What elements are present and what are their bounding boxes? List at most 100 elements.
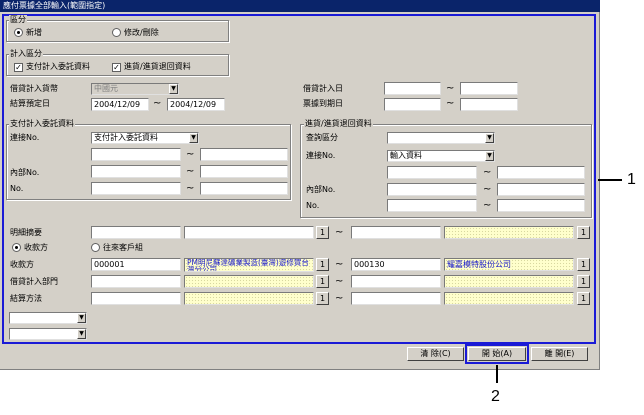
checkbox-shiire-label: 進貨/進貨退回資料: [124, 62, 191, 71]
shiharai-range1-from[interactable]: [91, 148, 181, 161]
shiire-naibu-label: 內部No.: [306, 185, 336, 194]
range-tilde: ~: [483, 167, 492, 178]
shuno-from-name: PM明尼蘇達礦業製造(臺灣)遊修賀台灣分公司: [184, 258, 314, 272]
callout-2-line: [496, 365, 498, 383]
extra-select-2[interactable]: ▼: [9, 328, 87, 340]
shiharai-no-to[interactable]: [200, 182, 288, 195]
bumon-to-name: [444, 275, 574, 288]
range-tilde: ~: [446, 98, 455, 109]
radio-new[interactable]: [14, 28, 23, 37]
kessai-from-name: [184, 292, 314, 305]
extra-select-1[interactable]: ▼: [9, 312, 87, 324]
currency-value: 中國元: [94, 84, 118, 93]
checkbox-shiire[interactable]: ✓: [112, 63, 121, 72]
checkbox-shiharai-label: 支付計入委託資料: [26, 62, 90, 71]
shiharai-renketsu-label: 連接No.: [10, 133, 40, 142]
range-tilde: ~: [446, 83, 455, 94]
range-tilde: ~: [335, 276, 344, 287]
due-date-to[interactable]: [460, 98, 518, 111]
shiire-renketsu-value: 輸入資料: [390, 151, 422, 160]
keisan-legend: 計入區分: [9, 49, 43, 58]
shuno-to-lookup-button[interactable]: 1: [577, 258, 590, 271]
keisan-date-to[interactable]: [460, 82, 518, 95]
kubun-legend: 區分: [9, 15, 27, 24]
range-tilde: ~: [186, 183, 195, 194]
shuno-from-name-text: PM明尼蘇達礦業製造(臺灣)遊修賀台灣分公司: [187, 258, 309, 272]
close-button[interactable]: 離 開(E): [531, 347, 588, 361]
keisan-date-from[interactable]: [384, 82, 441, 95]
range-tilde: ~: [186, 166, 195, 177]
shiire-range1-from[interactable]: [387, 166, 477, 179]
chevron-down-icon: ▼: [169, 84, 178, 94]
settle-to-input[interactable]: 2004/12/09: [167, 98, 225, 111]
radio-modify[interactable]: [112, 28, 121, 37]
shiharai-naibu-from[interactable]: [91, 165, 181, 178]
shiharai-range1-to[interactable]: [200, 148, 288, 161]
shiire-no-to[interactable]: [497, 199, 585, 212]
radio-new-label: 新增: [26, 28, 42, 37]
shuno-from-code[interactable]: 000001: [91, 258, 181, 271]
shiharai-no-label: No.: [10, 184, 24, 193]
shiharai-naibu-label: 內部No.: [10, 168, 40, 177]
meisai-from-lookup-button[interactable]: 1: [316, 226, 329, 239]
range-tilde: ~: [483, 200, 492, 211]
meisai-from-name[interactable]: [184, 226, 314, 239]
shuno-to-name: 耀嘉模特股份公司: [444, 258, 574, 271]
chevron-down-icon[interactable]: ▼: [189, 133, 198, 143]
bumon-to-lookup-button[interactable]: 1: [577, 275, 590, 288]
chevron-down-icon[interactable]: ▼: [485, 151, 494, 161]
kessai-to-name: [444, 292, 574, 305]
shuno-from-lookup-button[interactable]: 1: [316, 258, 329, 271]
radio-shuno-label: 收款方: [24, 243, 48, 252]
shiire-naibu-from[interactable]: [387, 183, 477, 196]
kessai-from-lookup-button[interactable]: 1: [316, 292, 329, 305]
currency-select: 中國元 ▼: [91, 83, 179, 95]
shiharai-naibu-to[interactable]: [200, 165, 288, 178]
bumon-from-lookup-button[interactable]: 1: [316, 275, 329, 288]
shiire-naibu-to[interactable]: [497, 183, 585, 196]
kessai-to-lookup-button[interactable]: 1: [577, 292, 590, 305]
range-tilde: ~: [153, 98, 162, 109]
chevron-down-icon[interactable]: ▼: [485, 133, 494, 143]
shiire-renketsu-label: 連接No.: [306, 151, 336, 160]
callout-2-number: 2: [491, 388, 500, 405]
meisai-to-code[interactable]: [351, 226, 441, 239]
due-date-from[interactable]: [384, 98, 441, 111]
settle-from-input[interactable]: 2004/12/09: [91, 98, 149, 111]
checkbox-shiharai[interactable]: ✓: [14, 63, 23, 72]
kessai-to-code[interactable]: [351, 292, 441, 305]
bumon-from-name: [184, 275, 314, 288]
range-tilde: ~: [335, 293, 344, 304]
shiire-legend: 進貨/進貨退回資料: [304, 119, 373, 128]
meisai-label: 明細摘要: [10, 228, 42, 237]
shiire-no-label: No.: [306, 201, 320, 210]
keisan-date-label: 借貸計入日: [303, 84, 343, 93]
shiire-renketsu-select[interactable]: 輸入資料 ▼: [387, 150, 495, 162]
meisai-from-code[interactable]: [91, 226, 181, 239]
shiharai-legend: 支付計入委託資料: [9, 119, 75, 128]
range-tilde: ~: [483, 184, 492, 195]
chevron-down-icon[interactable]: ▼: [77, 329, 86, 339]
radio-ourai-label: 往來客戶組: [103, 243, 143, 252]
chevron-down-icon[interactable]: ▼: [77, 313, 86, 323]
kessai-from-code[interactable]: [91, 292, 181, 305]
shiharai-no-from[interactable]: [91, 182, 181, 195]
clear-button[interactable]: 清 除(C): [407, 347, 464, 361]
shuno-to-code[interactable]: 000130: [351, 258, 441, 271]
bumon-to-code[interactable]: [351, 275, 441, 288]
shiire-range1-to[interactable]: [497, 166, 585, 179]
meisai-to-lookup-button[interactable]: 1: [577, 226, 590, 239]
radio-ourai[interactable]: [91, 243, 100, 252]
settle-label: 結算預定日: [10, 99, 50, 108]
radio-shuno[interactable]: [12, 243, 21, 252]
due-date-label: 票據到期日: [303, 99, 343, 108]
shiharai-renketsu-value: 支付計入委託資料: [94, 133, 158, 142]
shiire-shokai-select[interactable]: ▼: [387, 132, 495, 144]
callout-1-number: 1: [627, 171, 636, 188]
bumon-from-code[interactable]: [91, 275, 181, 288]
shiharai-renketsu-select[interactable]: 支付計入委託資料 ▼: [91, 132, 199, 144]
title-bar: 應付票據全部輸入(範圍指定): [0, 0, 600, 12]
shiire-no-from[interactable]: [387, 199, 477, 212]
range-tilde: ~: [335, 227, 344, 238]
bumon-label: 借貸計入部門: [10, 277, 58, 286]
